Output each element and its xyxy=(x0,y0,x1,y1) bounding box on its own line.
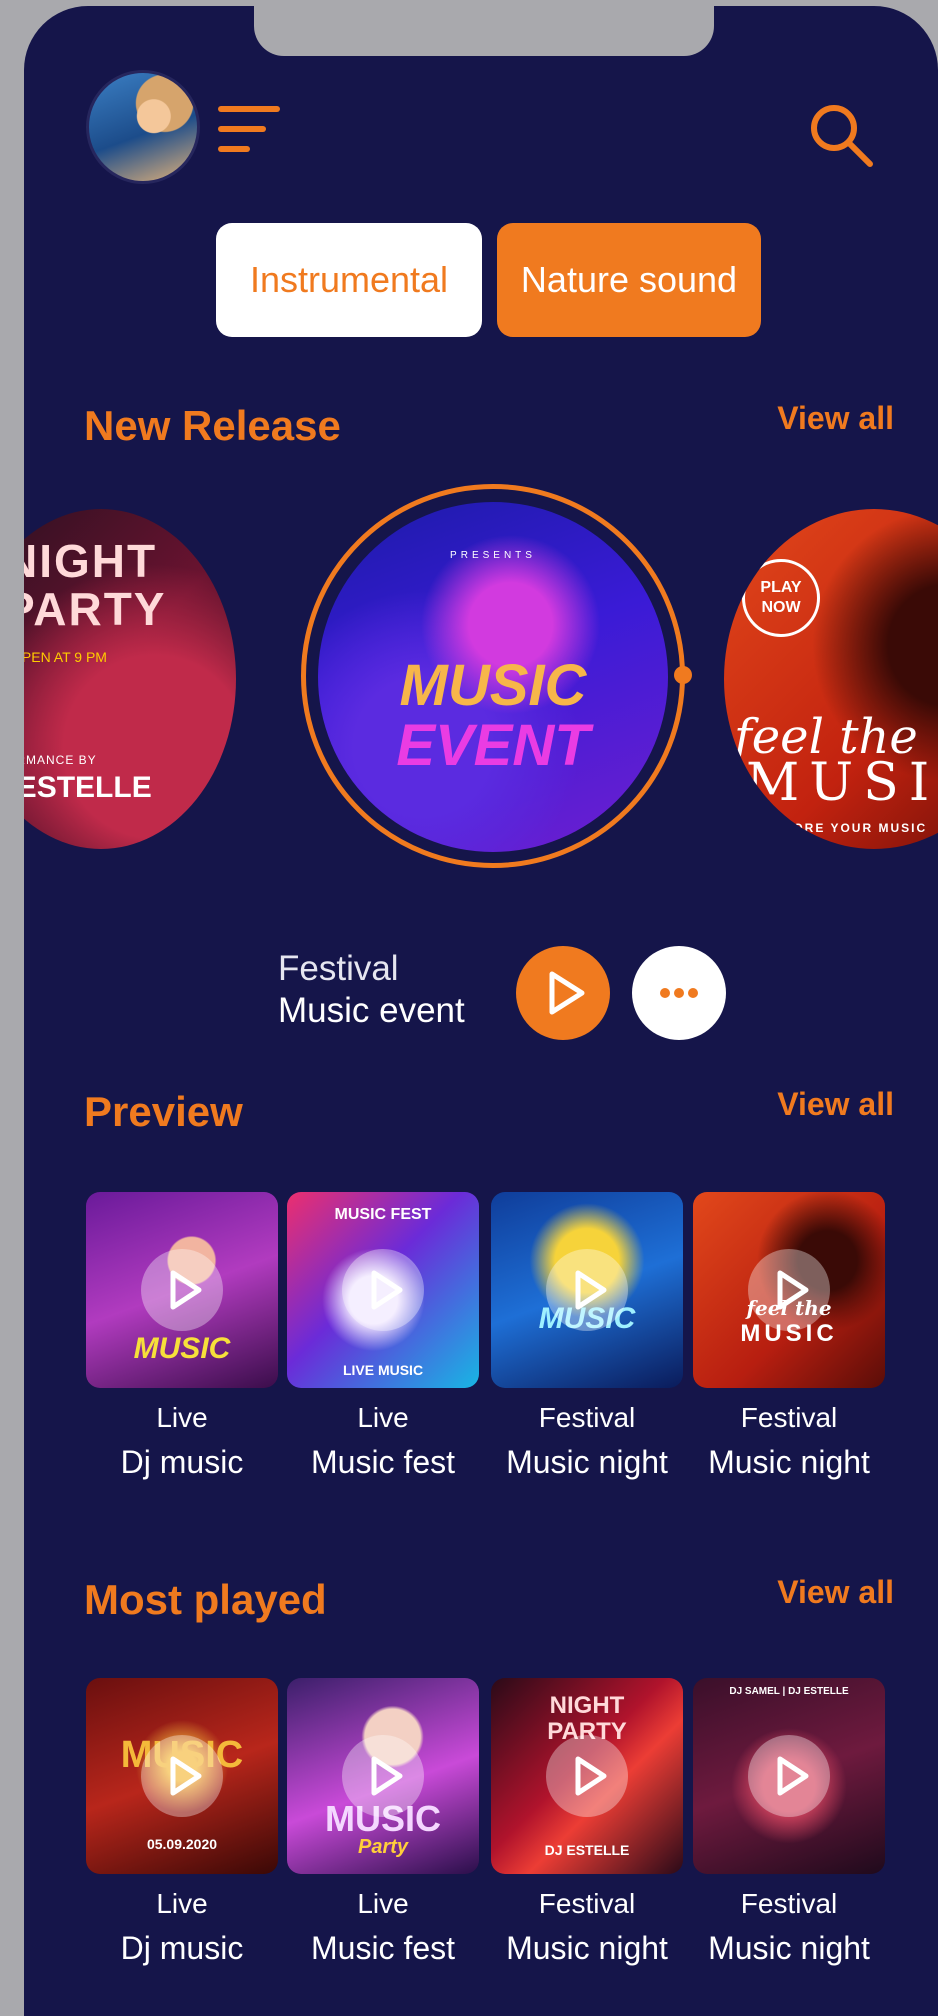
card-art-text: NIGHT xyxy=(549,1692,625,1719)
card-title: Music night xyxy=(708,1444,870,1480)
cover-text: EVENT xyxy=(396,713,590,778)
play-button[interactable] xyxy=(516,946,610,1040)
new-release-title: New Release xyxy=(84,402,341,449)
chip-nature-sound[interactable]: Nature sound xyxy=(497,223,761,337)
preview-card-music-night-1[interactable]: MUSIC xyxy=(491,1192,683,1388)
preview-card-music-night-2[interactable]: feel the MUSIC xyxy=(693,1192,885,1388)
card-art-text: Party xyxy=(357,1836,409,1858)
new-release-cover-music-event[interactable]: PRESENTS MUSIC EVENT xyxy=(318,502,668,852)
cover-text: PERFORMANCE BY xyxy=(24,753,97,767)
card-art-text: MUSIC xyxy=(133,1332,231,1365)
more-dots-icon xyxy=(660,988,698,998)
app-screen: Instrumental Nature sound New Release Vi… xyxy=(24,6,938,2016)
card-genre: Festival xyxy=(538,1402,636,1433)
card-genre: Festival xyxy=(740,1402,838,1433)
most-played-card-music-night-1[interactable]: NIGHT PARTY DJ ESTELLE xyxy=(491,1678,683,1874)
now-playing-genre: Festival xyxy=(278,949,399,988)
search-icon[interactable] xyxy=(804,98,876,170)
card-title: Dj music xyxy=(120,1930,244,1966)
play-overlay-icon[interactable] xyxy=(748,1249,830,1331)
card-title: Music fest xyxy=(310,1930,456,1966)
card-title: Music night xyxy=(506,1444,668,1480)
new-release-cover-feel-the-music[interactable]: PLAY NOW feel the MUSIC EXPLORE YOUR MUS… xyxy=(724,509,938,849)
user-avatar[interactable] xyxy=(86,70,200,184)
cover-text: MUSIC xyxy=(399,653,587,718)
more-options-button[interactable] xyxy=(632,946,726,1040)
most-played-card-music-fest[interactable]: MUSIC Party xyxy=(287,1678,479,1874)
now-playing-title: Music event xyxy=(278,991,465,1030)
most-played-card-dj-music[interactable]: MUSIC 05.09.2020 xyxy=(86,1678,278,1874)
play-overlay-icon[interactable] xyxy=(342,1735,424,1817)
card-title: Music fest xyxy=(310,1444,456,1480)
cover-text: DJ ESTELLE xyxy=(24,771,152,804)
card-art-text: DJ ESTELLE xyxy=(544,1842,630,1858)
card-genre: Live xyxy=(357,1888,409,1919)
device-notch xyxy=(254,6,714,56)
play-overlay-icon[interactable] xyxy=(141,1735,223,1817)
card-art-text: DJ SAMEL | DJ ESTELLE xyxy=(729,1686,849,1697)
card-title: Dj music xyxy=(120,1444,244,1480)
most-played-view-all[interactable]: View all xyxy=(777,1574,894,1611)
card-title: Music night xyxy=(708,1930,870,1966)
new-release-view-all[interactable]: View all xyxy=(777,400,894,437)
play-icon xyxy=(549,971,585,1015)
card-genre: Festival xyxy=(740,1888,838,1919)
play-now-badge: PLAY NOW xyxy=(742,559,820,637)
preview-card-music-fest[interactable]: MUSIC FEST LIVE MUSIC xyxy=(287,1192,479,1388)
play-overlay-icon[interactable] xyxy=(141,1249,223,1331)
most-played-card-music-night-2[interactable]: DJ SAMEL | DJ ESTELLE xyxy=(693,1678,885,1874)
play-overlay-icon[interactable] xyxy=(546,1249,628,1331)
card-art-text: LIVE MUSIC xyxy=(342,1362,424,1378)
card-art-text: MUSIC FEST xyxy=(334,1206,432,1223)
preview-card-dj-music[interactable]: MUSIC xyxy=(86,1192,278,1388)
card-title: Music night xyxy=(506,1930,668,1966)
new-release-cover-night-party[interactable]: NIGHTPARTY OPEN AT 9 PM PERFORMANCE BY D… xyxy=(24,509,236,849)
progress-handle[interactable] xyxy=(674,666,692,684)
play-overlay-icon[interactable] xyxy=(342,1249,424,1331)
chip-instrumental[interactable]: Instrumental xyxy=(216,223,482,337)
preview-view-all[interactable]: View all xyxy=(777,1086,894,1123)
menu-icon[interactable] xyxy=(218,106,284,160)
play-overlay-icon[interactable] xyxy=(748,1735,830,1817)
cover-text: MUSIC xyxy=(746,753,938,813)
card-genre: Live xyxy=(156,1402,208,1433)
preview-title: Preview xyxy=(84,1088,243,1135)
card-genre: Live xyxy=(357,1402,409,1433)
cover-text: PRESENTS xyxy=(450,550,536,561)
card-genre: Live xyxy=(156,1888,208,1919)
card-genre: Festival xyxy=(538,1888,636,1919)
cover-text: NIGHTPARTY xyxy=(24,535,167,635)
most-played-title: Most played xyxy=(84,1576,327,1623)
card-art-text: 05.09.2020 xyxy=(146,1836,218,1852)
cover-text: OPEN AT 9 PM xyxy=(24,649,107,665)
play-overlay-icon[interactable] xyxy=(546,1735,628,1817)
cover-text: EXPLORE YOUR MUSIC xyxy=(754,821,928,835)
